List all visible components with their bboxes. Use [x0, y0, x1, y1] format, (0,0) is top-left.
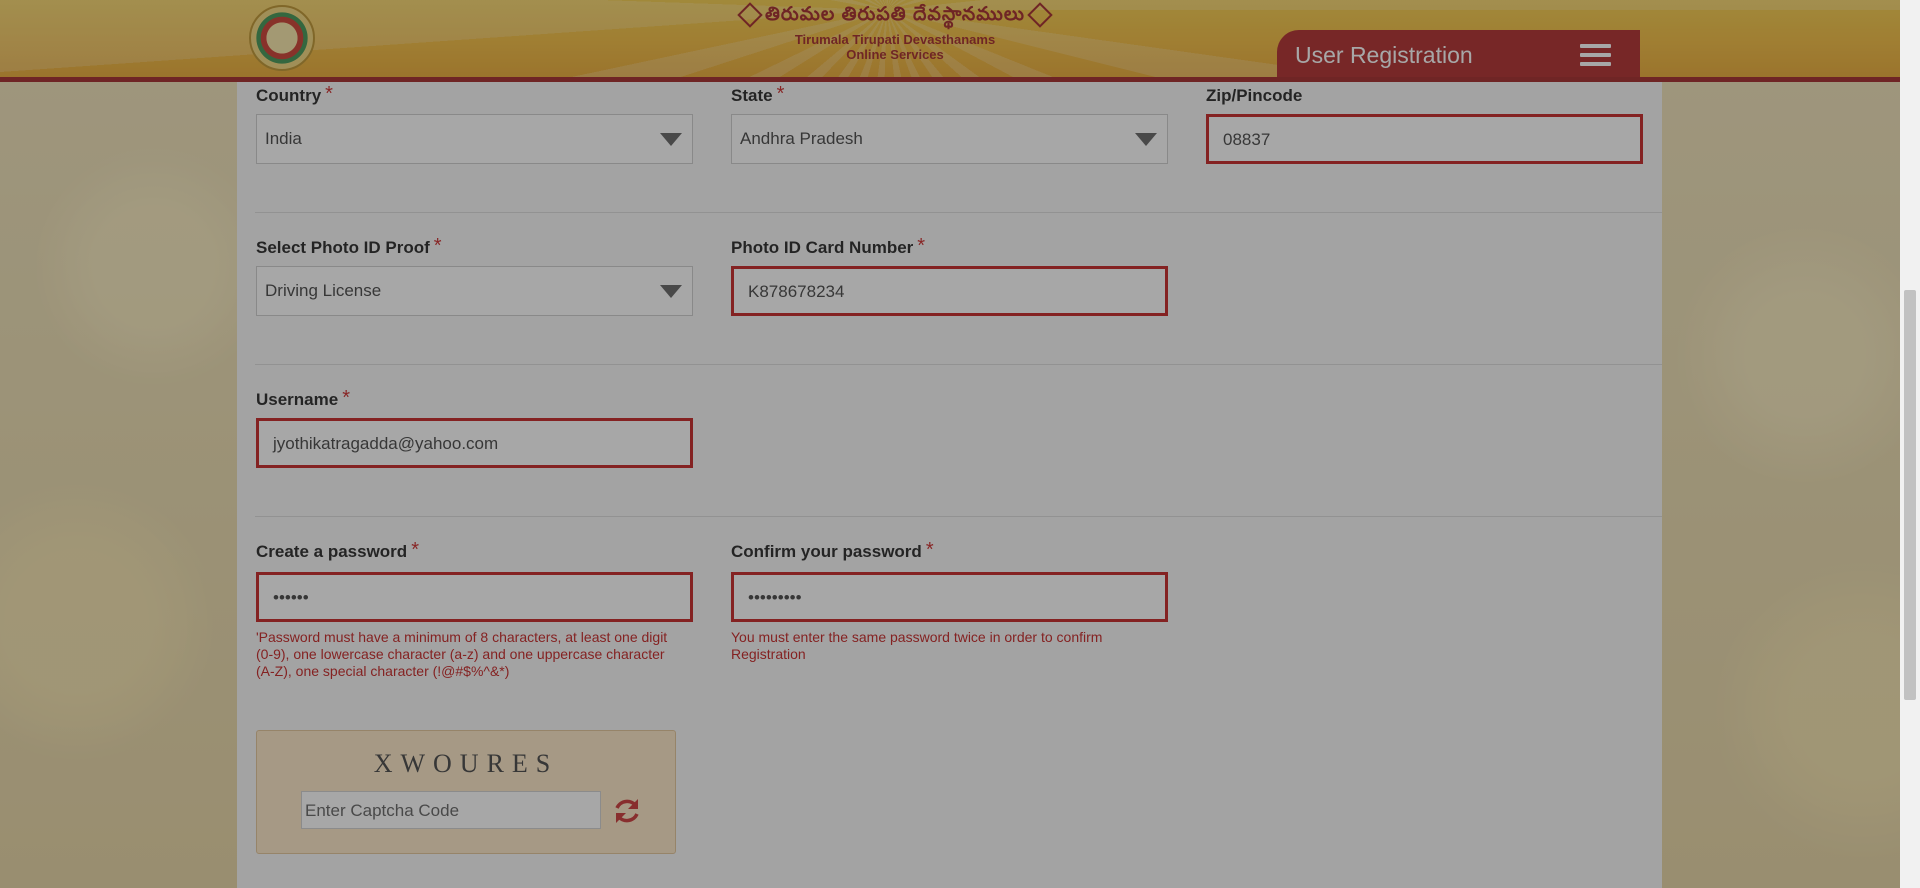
brand-line1: Tirumala Tirupati Devasthanams: [794, 32, 996, 47]
photo-id-number-value: K878678234: [748, 282, 845, 301]
captcha-code: XWOURES: [373, 749, 559, 778]
photo-id-number-input[interactable]: K878678234: [731, 266, 1168, 316]
page-title-tab: User Registration: [1277, 30, 1640, 77]
photo-id-number-label: Photo ID Card Number: [731, 238, 914, 257]
page-title: User Registration: [1295, 42, 1473, 68]
zip-field: Zip/Pincode: [1206, 86, 1302, 106]
username-value: jyothikatragadda@yahoo.com: [273, 434, 499, 453]
chevron-down-icon: [1135, 133, 1157, 146]
photo-id-proof-label: Select Photo ID Proof: [256, 238, 430, 257]
row-divider: [255, 212, 1662, 213]
required-marker: *: [342, 387, 351, 409]
diamond-ornament-icon: [1027, 2, 1053, 28]
confirm-password-input[interactable]: •••••••••: [731, 572, 1168, 622]
required-marker: *: [411, 539, 419, 561]
zip-input[interactable]: 08837: [1206, 114, 1643, 164]
required-marker: *: [917, 235, 926, 257]
confirm-password-value: •••••••••: [748, 588, 802, 607]
site-header: తిరుమల తిరుపతి దేవస్థానములు Tirumala Tir…: [0, 0, 1900, 82]
photo-id-proof-value: Driving License: [265, 281, 382, 300]
row-divider: [255, 364, 1662, 365]
confirm-password-field: Confirm your password *: [731, 539, 934, 565]
brand-block: తిరుమల తిరుపతి దేవస్థానములు Tirumala Tir…: [735, 2, 1055, 62]
chevron-down-icon: [660, 133, 682, 146]
state-label: State: [731, 86, 773, 105]
photo-id-proof-select[interactable]: Driving License: [256, 266, 693, 316]
hamburger-menu-icon[interactable]: [1580, 44, 1611, 66]
refresh-icon[interactable]: [612, 796, 642, 826]
scrollbar-thumb[interactable]: [1904, 290, 1916, 700]
ttd-logo-icon[interactable]: [249, 5, 315, 71]
country-value: India: [265, 129, 302, 148]
password-error: 'Password must have a minimum of 8 chara…: [256, 629, 668, 679]
country-field: Country *: [256, 83, 333, 109]
username-field: Username *: [256, 387, 351, 413]
confirm-password-error: You must enter the same password twice i…: [731, 629, 1103, 662]
diamond-ornament-icon: [737, 2, 763, 28]
brand-telugu: తిరుమల తిరుపతి దేవస్థానములు: [765, 4, 1025, 25]
page-scrollbar[interactable]: [1900, 0, 1920, 888]
photo-id-proof-field: Select Photo ID Proof *: [256, 235, 442, 261]
state-value: Andhra Pradesh: [740, 129, 863, 148]
required-marker: *: [325, 83, 333, 105]
chevron-down-icon: [660, 285, 682, 298]
captcha-input[interactable]: Enter Captcha Code: [301, 791, 601, 829]
required-marker: *: [925, 539, 934, 561]
zip-value: 08837: [1223, 130, 1271, 149]
password-label: Create a password: [256, 542, 408, 561]
captcha-box: XWOURES Enter Captcha Code: [256, 730, 676, 854]
brand-telugu-row: తిరుమల తిరుపతి దేవస్థానములు: [735, 2, 1055, 30]
password-value: ••••••: [273, 588, 309, 607]
row-divider: [255, 516, 1662, 517]
country-label: Country: [256, 86, 322, 105]
username-input[interactable]: jyothikatragadda@yahoo.com: [256, 418, 693, 468]
country-select[interactable]: India: [256, 114, 693, 164]
password-input[interactable]: ••••••: [256, 572, 693, 622]
password-field: Create a password *: [256, 539, 419, 565]
username-label: Username: [256, 390, 339, 409]
brand-line2: Online Services: [846, 47, 944, 62]
required-marker: *: [433, 235, 442, 257]
photo-id-number-field: Photo ID Card Number *: [731, 235, 926, 261]
state-select[interactable]: Andhra Pradesh: [731, 114, 1168, 164]
confirm-password-label: Confirm your password: [731, 542, 922, 561]
zip-label: Zip/Pincode: [1206, 86, 1303, 105]
state-field: State *: [731, 83, 785, 109]
required-marker: *: [776, 83, 785, 105]
